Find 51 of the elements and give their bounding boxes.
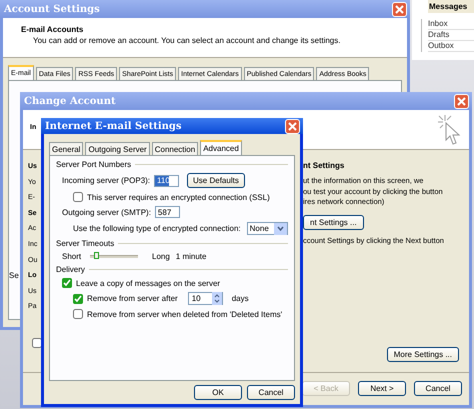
description-text: You can add or remove an account. You can select an account and change its settings. xyxy=(32,36,342,45)
dialog-button[interactable]: Next > xyxy=(358,381,406,396)
field-label: Outgoing server (SMTP): xyxy=(62,208,151,216)
timeout-value: 1 minute xyxy=(176,252,206,261)
field-label: Incoming server (POP3): xyxy=(62,176,150,185)
group-label: Delivery xyxy=(56,265,85,274)
field-label: Use the following type of encrypted connection: xyxy=(73,224,241,233)
checkbox-label: Remove from server when deleted from 'Deleted Items' xyxy=(87,310,282,318)
checkbox[interactable] xyxy=(62,278,72,288)
encryption-dropdown[interactable]: None xyxy=(246,222,288,235)
checkbox[interactable] xyxy=(32,338,42,348)
timeout-slider[interactable] xyxy=(90,255,138,258)
slider-label: Short xyxy=(62,252,82,261)
close-icon xyxy=(395,4,404,14)
window-title: Change Account xyxy=(24,96,116,106)
port-field[interactable]: 587 xyxy=(154,206,180,218)
window-title: Account Settings xyxy=(4,4,100,14)
tab[interactable]: Connection xyxy=(152,142,198,155)
checkbox[interactable] xyxy=(73,309,83,319)
window-title: Internet E-mail Settings xyxy=(45,120,182,132)
section-heading: nt Settings xyxy=(303,161,346,170)
checkbox[interactable] xyxy=(73,294,83,304)
checkbox[interactable] xyxy=(73,192,83,202)
pane-title: Messages xyxy=(428,0,474,13)
close-button[interactable] xyxy=(285,118,300,134)
folder-item[interactable]: Outbox xyxy=(428,41,474,52)
checkbox-label: This server requires an encrypted connection (SSL) xyxy=(87,192,270,202)
checkbox-label: Leave a copy of messages on the server xyxy=(76,278,220,288)
slider-thumb[interactable] xyxy=(94,252,99,259)
tab[interactable]: General xyxy=(49,142,84,155)
group-label: Server Timeouts xyxy=(56,239,114,248)
close-icon xyxy=(457,96,466,106)
dialog-button[interactable]: Cancel xyxy=(414,381,462,396)
test-settings-button[interactable]: nt Settings ... xyxy=(303,214,364,230)
spinner-arrows-icon xyxy=(212,292,222,305)
checkbox-label: Remove from server after xyxy=(87,294,178,303)
tab[interactable]: Outgoing Server xyxy=(85,142,150,155)
folder-item[interactable]: Drafts xyxy=(428,30,474,41)
dialog-button[interactable]: Cancel xyxy=(247,385,295,400)
use-defaults-button[interactable]: Use Defaults xyxy=(187,173,245,188)
dialog-button[interactable]: OK xyxy=(194,385,242,400)
tab[interactable]: Advanced xyxy=(200,140,242,155)
days-spinner[interactable]: 10 xyxy=(188,292,223,305)
close-icon xyxy=(288,122,297,130)
unit-label: days xyxy=(232,294,249,303)
group-label: Server Port Numbers xyxy=(56,160,132,169)
slider-label: Long xyxy=(152,252,170,261)
section-heading: E-mail Accounts xyxy=(21,25,84,34)
label-text: Se xyxy=(9,271,19,280)
folder-item[interactable]: Inbox xyxy=(428,19,474,30)
more-settings-button[interactable]: More Settings ... xyxy=(386,347,459,362)
